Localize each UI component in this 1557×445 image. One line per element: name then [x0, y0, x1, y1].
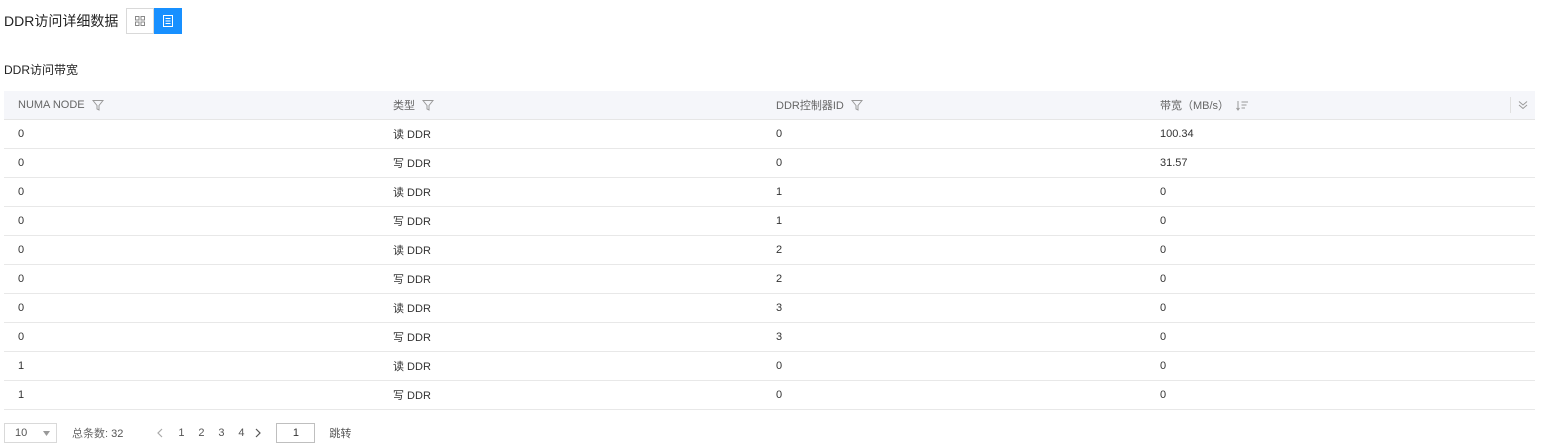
total-count: 总条数: 32 [72, 425, 123, 441]
table-row[interactable]: 0 读 DDR 0 100.34 [4, 120, 1535, 149]
cell-bandwidth: 0 [1160, 215, 1167, 227]
page-button-4[interactable]: 4 [231, 427, 251, 439]
cell-type: 读 DDR [393, 245, 431, 257]
table-row[interactable]: 0 写 DDR 0 31.57 [4, 149, 1535, 178]
cell-bandwidth: 0 [1160, 331, 1167, 343]
page-title: DDR访问详细数据 [4, 13, 119, 29]
cell-numa-node: 0 [18, 157, 25, 169]
chevron-left-icon [157, 428, 163, 438]
cell-numa-node: 1 [18, 360, 25, 372]
cell-ddr-controller-id: 3 [776, 302, 783, 314]
filter-icon[interactable] [91, 99, 104, 111]
cell-type: 写 DDR [393, 274, 431, 286]
cell-bandwidth: 0 [1160, 389, 1167, 401]
cell-type: 写 DDR [393, 332, 431, 344]
table-row[interactable]: 1 写 DDR 0 0 [4, 381, 1535, 410]
pager: 1 2 3 4 [153, 427, 265, 439]
cell-ddr-controller-id: 2 [776, 244, 783, 256]
cell-bandwidth: 0 [1160, 186, 1167, 198]
page-button-2[interactable]: 2 [191, 427, 211, 439]
list-icon [163, 15, 174, 27]
cell-numa-node: 0 [18, 215, 25, 227]
cell-type: 写 DDR [393, 216, 431, 228]
cell-bandwidth: 0 [1160, 244, 1167, 256]
caret-down-icon [43, 430, 50, 436]
cell-numa-node: 1 [18, 389, 25, 401]
cell-ddr-controller-id: 0 [776, 157, 783, 169]
next-page-button[interactable] [251, 428, 265, 438]
cell-numa-node: 0 [18, 331, 25, 343]
cell-ddr-controller-id: 1 [776, 215, 783, 227]
cell-type: 读 DDR [393, 129, 431, 141]
ddr-bandwidth-table: NUMA NODE 类型 DDR控制器ID 带宽（MB/s） 0 读 DDR 0… [4, 91, 1535, 410]
total-label: 总条数: [72, 428, 109, 440]
cell-type: 写 DDR [393, 390, 431, 402]
cell-type: 读 DDR [393, 303, 431, 315]
cell-bandwidth: 100.34 [1160, 128, 1194, 140]
cell-bandwidth: 0 [1160, 273, 1167, 285]
cell-numa-node: 0 [18, 244, 25, 256]
cell-ddr-controller-id: 0 [776, 128, 783, 140]
cell-ddr-controller-id: 3 [776, 331, 783, 343]
column-header-numa-node[interactable]: NUMA NODE [4, 99, 379, 111]
table-row[interactable]: 0 写 DDR 1 0 [4, 207, 1535, 236]
page-size-value: 10 [15, 427, 28, 439]
page-button-1[interactable]: 1 [171, 427, 191, 439]
cell-numa-node: 0 [18, 186, 25, 198]
section-title: DDR访问带宽 [4, 63, 78, 77]
page-button-3[interactable]: 3 [211, 427, 231, 439]
cell-bandwidth: 0 [1160, 302, 1167, 314]
cell-numa-node: 0 [18, 302, 25, 314]
cell-ddr-controller-id: 0 [776, 360, 783, 372]
cell-bandwidth: 31.57 [1160, 157, 1188, 169]
cell-ddr-controller-id: 0 [776, 389, 783, 401]
filter-icon[interactable] [850, 99, 863, 111]
table-row[interactable]: 0 写 DDR 2 0 [4, 265, 1535, 294]
cell-type: 读 DDR [393, 187, 431, 199]
pagination: 10 总条数: 32 1 2 3 4 1 跳转 [4, 423, 351, 443]
column-header-type[interactable]: 类型 [379, 97, 762, 113]
expand-columns-button[interactable] [1510, 97, 1535, 113]
column-header-bandwidth[interactable]: 带宽（MB/s） [1146, 97, 1501, 113]
page-header: DDR访问详细数据 [4, 7, 183, 35]
page-size-select[interactable]: 10 [4, 423, 57, 443]
double-chevron-down-icon [1518, 101, 1528, 110]
cell-ddr-controller-id: 1 [776, 186, 783, 198]
table-row[interactable]: 1 读 DDR 0 0 [4, 352, 1535, 381]
filter-icon[interactable] [422, 99, 434, 111]
jump-button[interactable]: 跳转 [329, 425, 351, 441]
table-header: NUMA NODE 类型 DDR控制器ID 带宽（MB/s） [4, 91, 1535, 120]
sort-icon[interactable] [1236, 100, 1249, 111]
cell-numa-node: 0 [18, 273, 25, 285]
cell-ddr-controller-id: 2 [776, 273, 783, 285]
grid-view-button[interactable] [126, 8, 155, 34]
column-header-ddr-controller-id[interactable]: DDR控制器ID [762, 97, 1146, 113]
table-row[interactable]: 0 读 DDR 3 0 [4, 294, 1535, 323]
cell-numa-node: 0 [18, 128, 25, 140]
prev-page-button[interactable] [153, 428, 167, 438]
cell-type: 写 DDR [393, 158, 431, 170]
view-toggle [126, 8, 183, 34]
cell-bandwidth: 0 [1160, 360, 1167, 372]
list-view-button[interactable] [154, 8, 183, 34]
grid-icon [135, 16, 146, 26]
chevron-right-icon [255, 428, 262, 438]
cell-type: 读 DDR [393, 361, 431, 373]
jump-page-input[interactable]: 1 [276, 423, 316, 443]
table-row[interactable]: 0 读 DDR 2 0 [4, 236, 1535, 265]
table-row[interactable]: 0 写 DDR 3 0 [4, 323, 1535, 352]
table-row[interactable]: 0 读 DDR 1 0 [4, 178, 1535, 207]
total-value: 32 [111, 428, 124, 440]
